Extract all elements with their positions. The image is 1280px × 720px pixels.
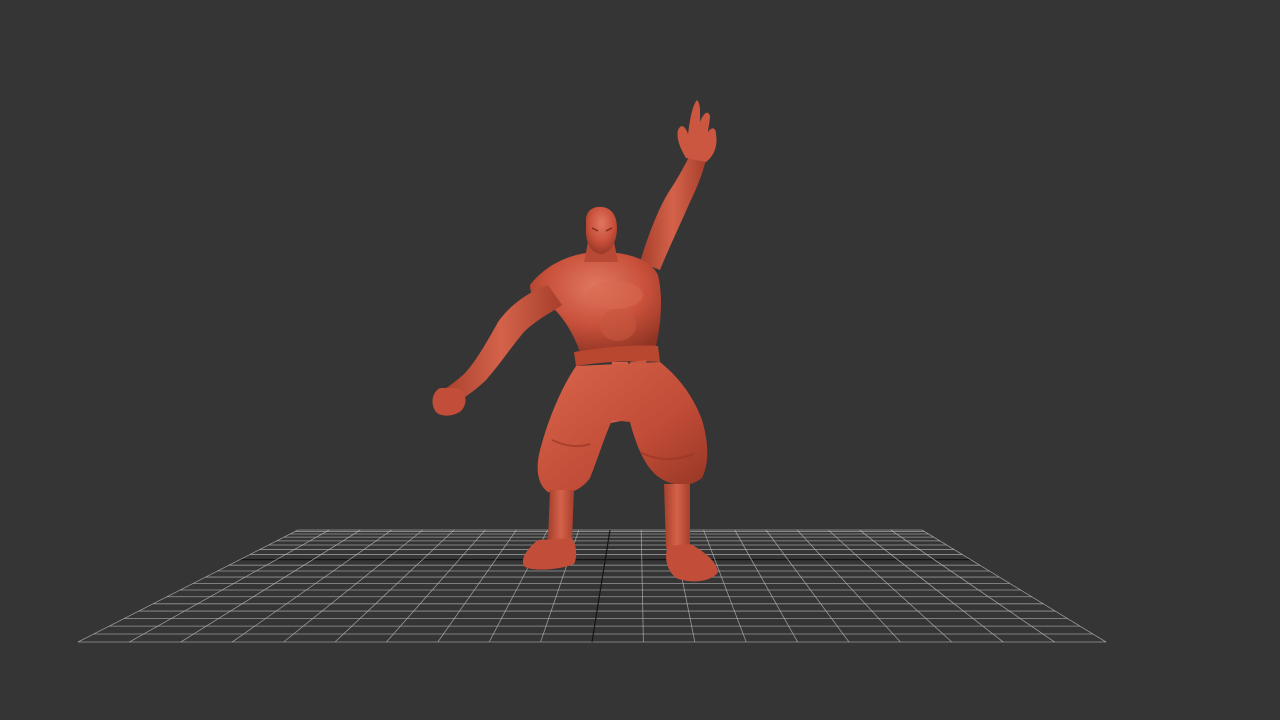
model-raised-hand: [677, 100, 717, 162]
grid-line: [640, 529, 644, 643]
grid-line: [129, 529, 330, 643]
model-left-foot: [522, 538, 577, 570]
model-left-leg: [548, 490, 574, 540]
character-model[interactable]: [432, 100, 718, 582]
3d-viewport[interactable]: [0, 0, 1280, 720]
model-raised-arm: [640, 155, 706, 270]
grid-line: [703, 529, 747, 643]
grid-line: [231, 529, 392, 643]
ground-grid: [77, 529, 1107, 643]
viewport-canvas[interactable]: [0, 0, 1280, 720]
grid-line: [921, 529, 1107, 643]
grid-line: [890, 529, 1055, 643]
grid-line: [437, 529, 517, 643]
grid-line: [180, 529, 361, 643]
grid-line: [828, 529, 953, 643]
grid-line: [796, 529, 901, 643]
grid-line: [859, 529, 1004, 643]
model-pants: [537, 362, 708, 494]
model-left-hand: [432, 388, 466, 416]
grid-line: [765, 529, 850, 643]
model-right-leg: [664, 484, 690, 548]
grid-line: [734, 529, 798, 643]
grid-axis-z: [591, 529, 611, 643]
grid-line: [77, 529, 299, 643]
